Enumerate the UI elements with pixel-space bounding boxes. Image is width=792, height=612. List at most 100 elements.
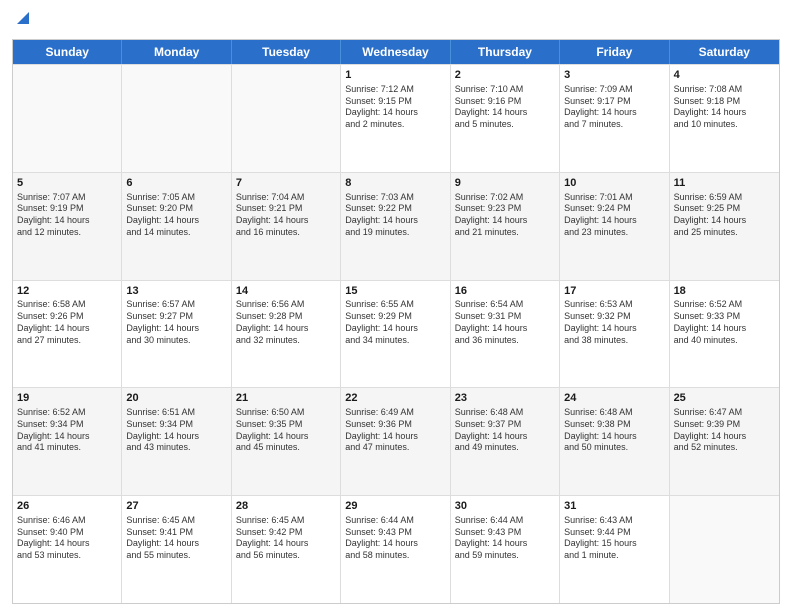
- cell-details: Sunrise: 6:48 AM Sunset: 9:37 PM Dayligh…: [455, 407, 555, 454]
- cell-details: Sunrise: 6:52 AM Sunset: 9:34 PM Dayligh…: [17, 407, 117, 454]
- calendar-cell-21: 21Sunrise: 6:50 AM Sunset: 9:35 PM Dayli…: [232, 388, 341, 495]
- calendar-cell-17: 17Sunrise: 6:53 AM Sunset: 9:32 PM Dayli…: [560, 281, 669, 388]
- day-number: 3: [564, 68, 664, 83]
- day-number: 18: [674, 284, 775, 299]
- calendar-cell-11: 11Sunrise: 6:59 AM Sunset: 9:25 PM Dayli…: [670, 173, 779, 280]
- calendar-row-5: 26Sunrise: 6:46 AM Sunset: 9:40 PM Dayli…: [13, 495, 779, 603]
- calendar-cell-4: 4Sunrise: 7:08 AM Sunset: 9:18 PM Daylig…: [670, 65, 779, 172]
- day-header-thursday: Thursday: [451, 40, 560, 64]
- calendar-cell-22: 22Sunrise: 6:49 AM Sunset: 9:36 PM Dayli…: [341, 388, 450, 495]
- day-header-monday: Monday: [122, 40, 231, 64]
- day-number: 21: [236, 391, 336, 406]
- day-number: 7: [236, 176, 336, 191]
- day-number: 8: [345, 176, 445, 191]
- day-number: 17: [564, 284, 664, 299]
- day-number: 13: [126, 284, 226, 299]
- calendar-cell-7: 7Sunrise: 7:04 AM Sunset: 9:21 PM Daylig…: [232, 173, 341, 280]
- cell-details: Sunrise: 6:54 AM Sunset: 9:31 PM Dayligh…: [455, 299, 555, 346]
- day-number: 10: [564, 176, 664, 191]
- cell-details: Sunrise: 6:52 AM Sunset: 9:33 PM Dayligh…: [674, 299, 775, 346]
- day-number: 5: [17, 176, 117, 191]
- cell-details: Sunrise: 6:43 AM Sunset: 9:44 PM Dayligh…: [564, 515, 664, 562]
- day-number: 19: [17, 391, 117, 406]
- cell-details: Sunrise: 6:58 AM Sunset: 9:26 PM Dayligh…: [17, 299, 117, 346]
- page: SundayMondayTuesdayWednesdayThursdayFrid…: [0, 0, 792, 612]
- calendar-cell-27: 27Sunrise: 6:45 AM Sunset: 9:41 PM Dayli…: [122, 496, 231, 603]
- header: [12, 10, 780, 33]
- day-header-sunday: Sunday: [13, 40, 122, 64]
- day-number: 26: [17, 499, 117, 514]
- calendar-cell-18: 18Sunrise: 6:52 AM Sunset: 9:33 PM Dayli…: [670, 281, 779, 388]
- logo: [12, 10, 29, 33]
- calendar-cell-6: 6Sunrise: 7:05 AM Sunset: 9:20 PM Daylig…: [122, 173, 231, 280]
- day-number: 9: [455, 176, 555, 191]
- calendar-cell-empty: [232, 65, 341, 172]
- cell-details: Sunrise: 7:07 AM Sunset: 9:19 PM Dayligh…: [17, 192, 117, 239]
- cell-details: Sunrise: 6:59 AM Sunset: 9:25 PM Dayligh…: [674, 192, 775, 239]
- cell-details: Sunrise: 6:53 AM Sunset: 9:32 PM Dayligh…: [564, 299, 664, 346]
- cell-details: Sunrise: 7:12 AM Sunset: 9:15 PM Dayligh…: [345, 84, 445, 131]
- day-header-saturday: Saturday: [670, 40, 779, 64]
- day-number: 30: [455, 499, 555, 514]
- calendar-cell-1: 1Sunrise: 7:12 AM Sunset: 9:15 PM Daylig…: [341, 65, 450, 172]
- calendar-cell-31: 31Sunrise: 6:43 AM Sunset: 9:44 PM Dayli…: [560, 496, 669, 603]
- calendar-cell-23: 23Sunrise: 6:48 AM Sunset: 9:37 PM Dayli…: [451, 388, 560, 495]
- calendar-cell-10: 10Sunrise: 7:01 AM Sunset: 9:24 PM Dayli…: [560, 173, 669, 280]
- cell-details: Sunrise: 7:08 AM Sunset: 9:18 PM Dayligh…: [674, 84, 775, 131]
- cell-details: Sunrise: 6:51 AM Sunset: 9:34 PM Dayligh…: [126, 407, 226, 454]
- day-number: 23: [455, 391, 555, 406]
- calendar-header: SundayMondayTuesdayWednesdayThursdayFrid…: [13, 40, 779, 64]
- cell-details: Sunrise: 7:04 AM Sunset: 9:21 PM Dayligh…: [236, 192, 336, 239]
- cell-details: Sunrise: 7:01 AM Sunset: 9:24 PM Dayligh…: [564, 192, 664, 239]
- calendar-body: 1Sunrise: 7:12 AM Sunset: 9:15 PM Daylig…: [13, 64, 779, 603]
- day-header-wednesday: Wednesday: [341, 40, 450, 64]
- cell-details: Sunrise: 6:56 AM Sunset: 9:28 PM Dayligh…: [236, 299, 336, 346]
- calendar-row-4: 19Sunrise: 6:52 AM Sunset: 9:34 PM Dayli…: [13, 387, 779, 495]
- cell-details: Sunrise: 7:10 AM Sunset: 9:16 PM Dayligh…: [455, 84, 555, 131]
- calendar: SundayMondayTuesdayWednesdayThursdayFrid…: [12, 39, 780, 604]
- cell-details: Sunrise: 6:44 AM Sunset: 9:43 PM Dayligh…: [455, 515, 555, 562]
- cell-details: Sunrise: 6:45 AM Sunset: 9:42 PM Dayligh…: [236, 515, 336, 562]
- calendar-cell-25: 25Sunrise: 6:47 AM Sunset: 9:39 PM Dayli…: [670, 388, 779, 495]
- day-number: 11: [674, 176, 775, 191]
- calendar-cell-14: 14Sunrise: 6:56 AM Sunset: 9:28 PM Dayli…: [232, 281, 341, 388]
- day-number: 29: [345, 499, 445, 514]
- day-number: 24: [564, 391, 664, 406]
- cell-details: Sunrise: 6:45 AM Sunset: 9:41 PM Dayligh…: [126, 515, 226, 562]
- cell-details: Sunrise: 6:50 AM Sunset: 9:35 PM Dayligh…: [236, 407, 336, 454]
- calendar-cell-13: 13Sunrise: 6:57 AM Sunset: 9:27 PM Dayli…: [122, 281, 231, 388]
- cell-details: Sunrise: 6:49 AM Sunset: 9:36 PM Dayligh…: [345, 407, 445, 454]
- cell-details: Sunrise: 6:46 AM Sunset: 9:40 PM Dayligh…: [17, 515, 117, 562]
- calendar-row-2: 5Sunrise: 7:07 AM Sunset: 9:19 PM Daylig…: [13, 172, 779, 280]
- day-number: 28: [236, 499, 336, 514]
- day-header-tuesday: Tuesday: [232, 40, 341, 64]
- day-header-friday: Friday: [560, 40, 669, 64]
- cell-details: Sunrise: 6:57 AM Sunset: 9:27 PM Dayligh…: [126, 299, 226, 346]
- cell-details: Sunrise: 6:55 AM Sunset: 9:29 PM Dayligh…: [345, 299, 445, 346]
- day-number: 12: [17, 284, 117, 299]
- calendar-cell-19: 19Sunrise: 6:52 AM Sunset: 9:34 PM Dayli…: [13, 388, 122, 495]
- day-number: 31: [564, 499, 664, 514]
- day-number: 6: [126, 176, 226, 191]
- cell-details: Sunrise: 6:48 AM Sunset: 9:38 PM Dayligh…: [564, 407, 664, 454]
- day-number: 14: [236, 284, 336, 299]
- calendar-cell-empty: [122, 65, 231, 172]
- calendar-row-1: 1Sunrise: 7:12 AM Sunset: 9:15 PM Daylig…: [13, 64, 779, 172]
- day-number: 4: [674, 68, 775, 83]
- cell-details: Sunrise: 6:44 AM Sunset: 9:43 PM Dayligh…: [345, 515, 445, 562]
- calendar-cell-28: 28Sunrise: 6:45 AM Sunset: 9:42 PM Dayli…: [232, 496, 341, 603]
- cell-details: Sunrise: 7:05 AM Sunset: 9:20 PM Dayligh…: [126, 192, 226, 239]
- calendar-cell-29: 29Sunrise: 6:44 AM Sunset: 9:43 PM Dayli…: [341, 496, 450, 603]
- cell-details: Sunrise: 7:09 AM Sunset: 9:17 PM Dayligh…: [564, 84, 664, 131]
- calendar-cell-8: 8Sunrise: 7:03 AM Sunset: 9:22 PM Daylig…: [341, 173, 450, 280]
- day-number: 2: [455, 68, 555, 83]
- calendar-row-3: 12Sunrise: 6:58 AM Sunset: 9:26 PM Dayli…: [13, 280, 779, 388]
- calendar-cell-9: 9Sunrise: 7:02 AM Sunset: 9:23 PM Daylig…: [451, 173, 560, 280]
- calendar-cell-26: 26Sunrise: 6:46 AM Sunset: 9:40 PM Dayli…: [13, 496, 122, 603]
- day-number: 25: [674, 391, 775, 406]
- day-number: 1: [345, 68, 445, 83]
- cell-details: Sunrise: 7:02 AM Sunset: 9:23 PM Dayligh…: [455, 192, 555, 239]
- calendar-cell-15: 15Sunrise: 6:55 AM Sunset: 9:29 PM Dayli…: [341, 281, 450, 388]
- calendar-cell-2: 2Sunrise: 7:10 AM Sunset: 9:16 PM Daylig…: [451, 65, 560, 172]
- calendar-cell-20: 20Sunrise: 6:51 AM Sunset: 9:34 PM Dayli…: [122, 388, 231, 495]
